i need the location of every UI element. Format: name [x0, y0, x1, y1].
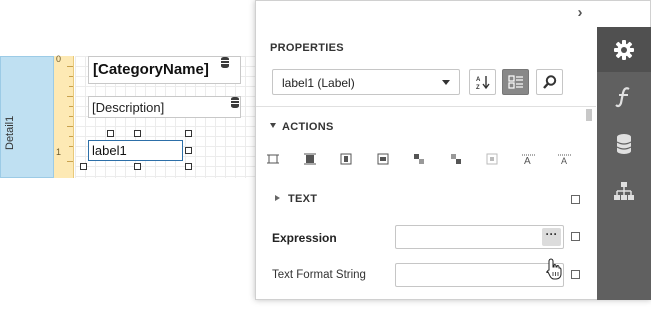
decrease-font-icon[interactable]: A [556, 153, 574, 169]
component-select[interactable]: label1 (Label) [272, 69, 460, 95]
properties-panel: › PROPERTIES label1 (Label) A Z ACTIONS … [255, 0, 651, 300]
label-text: label1 [92, 143, 127, 158]
function-icon [615, 86, 630, 107]
hierarchy-icon [614, 181, 634, 200]
tab-expressions[interactable] [597, 74, 651, 119]
categorized-view-button[interactable] [502, 69, 529, 95]
align-to-grid-icon[interactable] [264, 153, 282, 169]
description-text: [Description] [92, 100, 165, 115]
resize-handle[interactable] [185, 163, 192, 170]
category-name-field[interactable]: [CategoryName] [88, 56, 241, 84]
tab-report-explorer[interactable] [597, 168, 651, 213]
increase-font-icon[interactable]: A [520, 153, 538, 169]
group-icon [483, 153, 501, 169]
database-icon [616, 133, 632, 154]
scrollbar-thumb[interactable] [586, 109, 592, 121]
svg-text:A: A [476, 77, 481, 83]
bring-to-front-icon[interactable] [410, 153, 428, 169]
chevron-down-icon [442, 80, 450, 85]
selected-label-control[interactable]: label1 [88, 140, 183, 161]
actions-title: ACTIONS [282, 121, 334, 133]
ruler-mark-1: 1 [56, 147, 62, 157]
category-name-text: [CategoryName] [93, 61, 209, 78]
search-icon [542, 75, 556, 89]
hand-cursor-icon [547, 258, 562, 280]
resize-handle[interactable] [107, 130, 114, 137]
ruler-mark-0: 0 [56, 54, 62, 64]
side-tab-bar [597, 27, 651, 300]
tab-field-list[interactable] [597, 121, 651, 166]
band-label: Detail1 [4, 115, 16, 150]
sort-alphabetical-button[interactable]: A Z [469, 69, 496, 95]
svg-text:A: A [524, 156, 531, 165]
text-format-string-input[interactable]: ··· [395, 263, 564, 287]
expression-marker[interactable] [571, 232, 580, 241]
expression-label: Expression [272, 231, 337, 245]
panel-content: PROPERTIES label1 (Label) A Z ACTIONS A … [256, 27, 596, 299]
resize-handle[interactable] [185, 147, 192, 154]
component-select-value: label1 (Label) [282, 76, 355, 90]
center-horizontally-icon[interactable] [337, 153, 355, 169]
vertical-ruler [54, 56, 74, 178]
svg-text:Z: Z [476, 85, 480, 90]
chevron-right-icon[interactable]: › [572, 5, 588, 22]
report-designer-surface: Detail1 0 1 [CategoryName] [Description]… [0, 0, 270, 314]
sort-az-icon: A Z [476, 76, 490, 91]
text-format-string-label: Text Format String [272, 269, 366, 281]
tab-properties[interactable] [597, 27, 651, 72]
categorized-icon [507, 75, 523, 89]
send-to-back-icon[interactable] [447, 153, 465, 169]
section-checkbox[interactable] [571, 195, 580, 204]
gear-icon [614, 39, 634, 60]
expand-right-icon[interactable] [275, 195, 280, 201]
center-vertically-icon[interactable] [374, 153, 392, 169]
expression-ellipsis-button[interactable]: ··· [542, 228, 561, 246]
svg-text:A: A [561, 156, 567, 165]
expand-down-icon[interactable] [270, 123, 276, 128]
database-icon [231, 97, 239, 108]
panel-header: › [256, 1, 596, 27]
resize-handle[interactable] [134, 130, 141, 137]
resize-handle[interactable] [134, 163, 141, 170]
text-section-title: TEXT [288, 193, 318, 205]
properties-title: PROPERTIES [270, 42, 344, 54]
divider [256, 106, 596, 107]
actions-toolbar: A A [264, 153, 584, 169]
resize-handle[interactable] [80, 163, 87, 170]
database-icon [221, 57, 229, 68]
size-to-grid-icon[interactable] [301, 153, 319, 169]
resize-handle[interactable] [185, 130, 192, 137]
expression-input[interactable]: ··· [395, 225, 564, 249]
text-format-string-marker[interactable] [571, 270, 580, 279]
description-field[interactable]: [Description] [88, 96, 241, 118]
search-button[interactable] [536, 69, 563, 95]
